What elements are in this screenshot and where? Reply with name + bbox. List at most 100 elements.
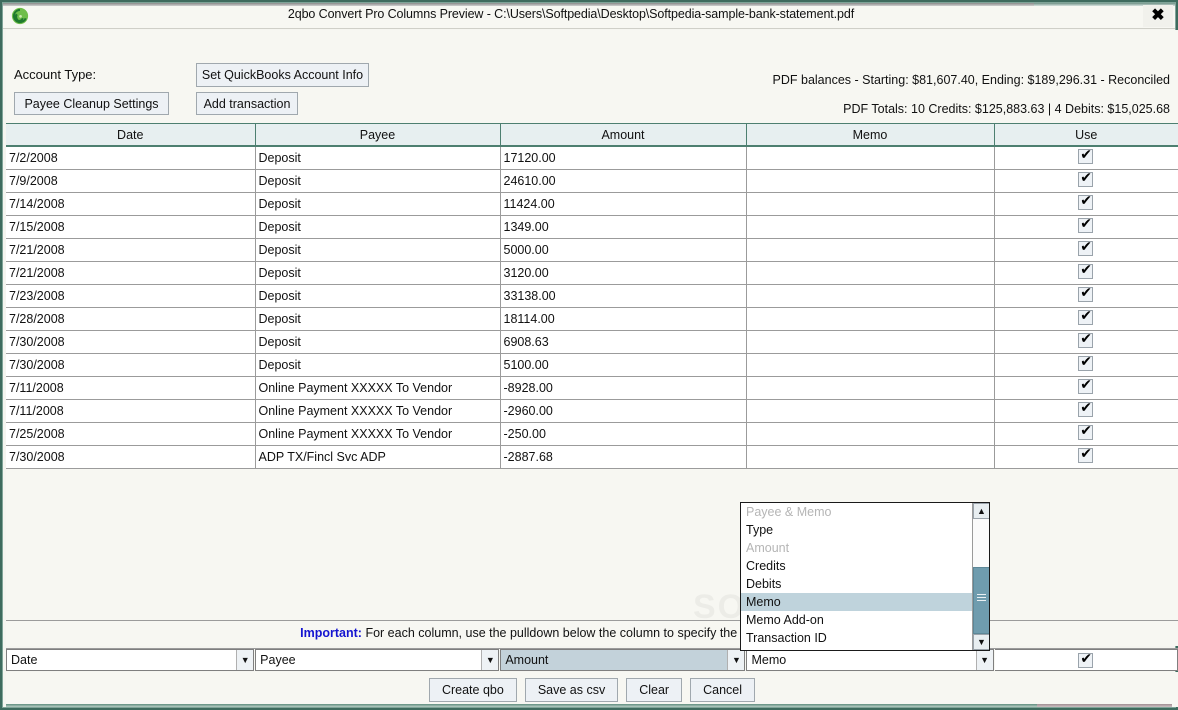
dropdown-option[interactable]: Credits	[741, 557, 973, 575]
add-transaction-button[interactable]: Add transaction	[196, 92, 298, 115]
cell-memo[interactable]	[746, 445, 995, 469]
cell-memo[interactable]	[746, 422, 995, 446]
dropdown-option[interactable]: Type	[741, 521, 973, 539]
pulldown-memo[interactable]: Memo ▼	[746, 649, 994, 671]
cell-payee[interactable]: Deposit	[255, 192, 501, 216]
cell-payee[interactable]: Deposit	[255, 261, 501, 285]
cell-date[interactable]: 7/23/2008	[6, 284, 256, 308]
cell-amount[interactable]: -2960.00	[500, 399, 747, 423]
chevron-down-icon[interactable]: ▼	[727, 650, 745, 670]
cell-amount[interactable]: -2887.68	[500, 445, 747, 469]
cell-date[interactable]: 7/11/2008	[6, 399, 256, 423]
dropdown-option[interactable]: Debits	[741, 575, 973, 593]
cell-payee[interactable]: Deposit	[255, 169, 501, 193]
cancel-button[interactable]: Cancel	[690, 677, 756, 702]
use-checkbox[interactable]	[1078, 170, 1094, 187]
cell-memo[interactable]	[746, 215, 995, 239]
dropdown-option[interactable]: Memo Add-on	[741, 611, 973, 629]
cell-memo[interactable]	[746, 146, 995, 170]
cell-amount[interactable]: 33138.00	[500, 284, 747, 308]
scroll-down-icon[interactable]: ▼	[973, 634, 989, 650]
cell-amount[interactable]: 3120.00	[500, 261, 747, 285]
table-row[interactable]: 7/14/2008 Deposit 11424.00	[6, 192, 1178, 216]
cell-payee[interactable]: ADP TX/Fincl Svc ADP	[255, 445, 501, 469]
cell-amount[interactable]: 18114.00	[500, 307, 747, 331]
cell-memo[interactable]	[746, 284, 995, 308]
use-checkbox[interactable]	[1078, 285, 1094, 302]
clear-button[interactable]: Clear	[626, 677, 683, 702]
table-row[interactable]: 7/28/2008 Deposit 18114.00	[6, 307, 1178, 331]
pulldown-date[interactable]: Date ▼	[6, 649, 255, 671]
use-checkbox[interactable]	[1078, 446, 1094, 463]
cell-payee[interactable]: Online Payment XXXXX To Vendor	[255, 399, 501, 423]
cell-memo[interactable]	[746, 238, 995, 262]
cell-date[interactable]: 7/15/2008	[6, 215, 256, 239]
cell-date[interactable]: 7/21/2008	[6, 261, 256, 285]
column-header-payee[interactable]: Payee	[255, 124, 501, 147]
cell-payee[interactable]: Deposit	[255, 284, 501, 308]
use-checkbox[interactable]	[1078, 377, 1094, 394]
cell-memo[interactable]	[746, 376, 995, 400]
chevron-down-icon[interactable]: ▼	[481, 650, 499, 670]
table-row[interactable]: 7/11/2008 Online Payment XXXXX To Vendor -…	[6, 376, 1178, 400]
use-checkbox[interactable]	[1078, 400, 1094, 417]
cell-memo[interactable]	[746, 261, 995, 285]
dropdown-scrollbar[interactable]: ▲ ▼	[972, 503, 989, 650]
cell-date[interactable]: 7/11/2008	[6, 376, 256, 400]
table-row[interactable]: 7/11/2008 Online Payment XXXXX To Vendor -…	[6, 399, 1178, 423]
cell-memo[interactable]	[746, 192, 995, 216]
close-icon[interactable]: ✖	[1143, 5, 1173, 27]
cell-payee[interactable]: Deposit	[255, 353, 501, 377]
column-header-memo[interactable]: Memo	[746, 124, 995, 147]
table-row[interactable]: 7/23/2008 Deposit 33138.00	[6, 284, 1178, 308]
use-checkbox[interactable]	[1078, 331, 1094, 348]
table-row[interactable]: 7/30/2008 Deposit 6908.63	[6, 330, 1178, 354]
use-checkbox[interactable]	[1078, 262, 1094, 279]
set-quickbooks-account-info-button[interactable]: Set QuickBooks Account Info	[196, 63, 369, 87]
cell-date[interactable]: 7/28/2008	[6, 307, 256, 331]
cell-memo[interactable]	[746, 169, 995, 193]
cell-amount[interactable]: -250.00	[500, 422, 747, 446]
cell-payee[interactable]: Deposit	[255, 330, 501, 354]
cell-memo[interactable]	[746, 399, 995, 423]
cell-date[interactable]: 7/30/2008	[6, 445, 256, 469]
column-type-dropdown-popup[interactable]: Payee & Memo Type Amount Credits Debits Memo M…	[740, 502, 990, 651]
cell-date[interactable]: 7/2/2008	[6, 146, 256, 170]
cell-memo[interactable]	[746, 307, 995, 331]
table-row[interactable]: 7/21/2008 Deposit 3120.00	[6, 261, 1178, 285]
cell-amount[interactable]: 11424.00	[500, 192, 747, 216]
use-checkbox[interactable]	[1078, 423, 1094, 440]
table-row[interactable]: 7/30/2008 ADP TX/Fincl Svc ADP -2887.68	[6, 445, 1178, 469]
pulldown-use-checkbox[interactable]	[1078, 651, 1094, 668]
payee-cleanup-settings-button[interactable]: Payee Cleanup Settings	[14, 92, 169, 115]
cell-payee[interactable]: Online Payment XXXXX To Vendor	[255, 422, 501, 446]
dropdown-option[interactable]: Transaction ID	[741, 629, 973, 647]
pulldown-amount[interactable]: Amount ▼	[500, 649, 746, 671]
cell-payee[interactable]: Deposit	[255, 215, 501, 239]
cell-payee[interactable]: Online Payment XXXXX To Vendor	[255, 376, 501, 400]
cell-date[interactable]: 7/30/2008	[6, 330, 256, 354]
scrollbar-track-upper[interactable]	[973, 519, 989, 567]
pulldown-payee[interactable]: Payee ▼	[255, 649, 500, 671]
use-checkbox[interactable]	[1078, 147, 1094, 164]
column-header-date[interactable]: Date	[6, 124, 256, 147]
table-row[interactable]: 7/21/2008 Deposit 5000.00	[6, 238, 1178, 262]
cell-payee[interactable]: Deposit	[255, 307, 501, 331]
chevron-down-icon[interactable]: ▼	[975, 650, 993, 670]
cell-payee[interactable]: Deposit	[255, 146, 501, 170]
cell-amount[interactable]: 24610.00	[500, 169, 747, 193]
cell-amount[interactable]: 5000.00	[500, 238, 747, 262]
column-header-amount[interactable]: Amount	[500, 124, 747, 147]
cell-date[interactable]: 7/14/2008	[6, 192, 256, 216]
cell-amount[interactable]: 6908.63	[500, 330, 747, 354]
cell-amount[interactable]: 5100.00	[500, 353, 747, 377]
table-row[interactable]: 7/15/2008 Deposit 1349.00	[6, 215, 1178, 239]
chevron-down-icon[interactable]: ▼	[236, 650, 254, 670]
scrollbar-thumb[interactable]	[973, 567, 989, 634]
cell-date[interactable]: 7/21/2008	[6, 238, 256, 262]
create-qbo-button[interactable]: Create qbo	[428, 677, 517, 702]
dropdown-option[interactable]: Memo	[741, 593, 973, 611]
cell-amount[interactable]: -8928.00	[500, 376, 747, 400]
table-row[interactable]: 7/30/2008 Deposit 5100.00	[6, 353, 1178, 377]
table-row[interactable]: 7/25/2008 Online Payment XXXXX To Vendor -…	[6, 422, 1178, 446]
